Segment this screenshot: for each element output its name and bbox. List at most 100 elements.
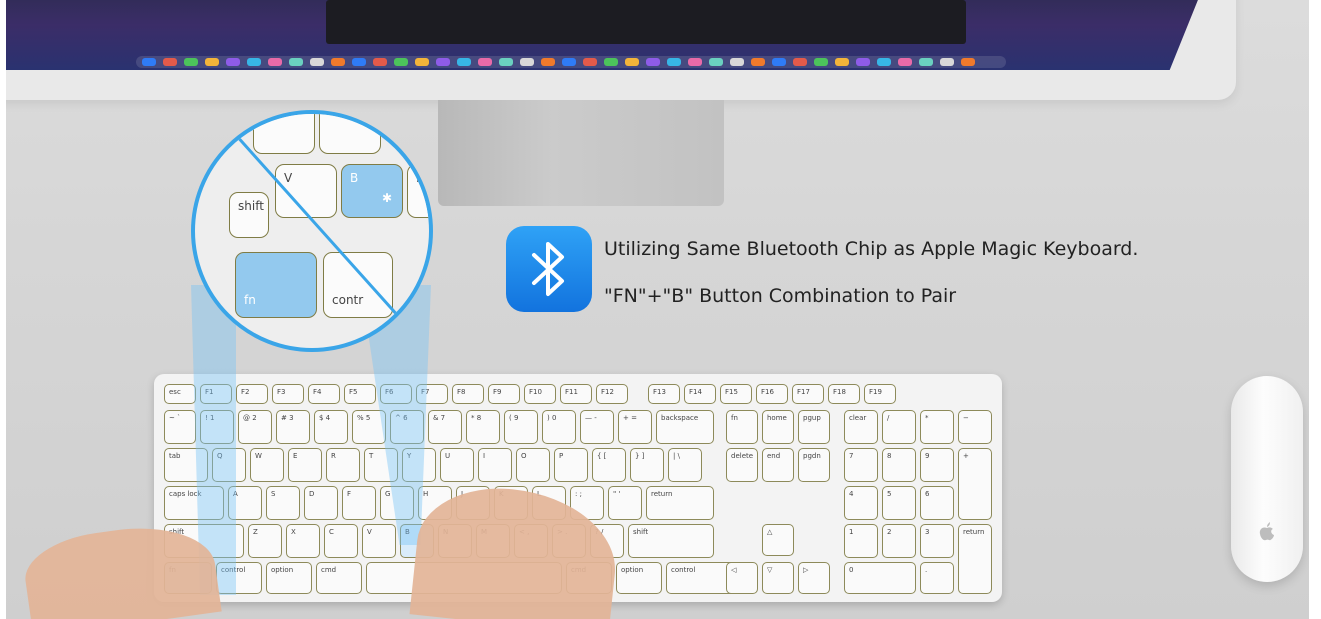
key-nav: delete bbox=[726, 448, 758, 482]
key-fn-row: F18 bbox=[828, 384, 860, 404]
key: — - bbox=[580, 410, 614, 444]
dock-app-icon bbox=[310, 58, 324, 66]
product-scene: Utilizing Same Bluetooth Chip as Apple M… bbox=[6, 0, 1309, 619]
dock-app-icon bbox=[604, 58, 618, 66]
dock-app-icon bbox=[373, 58, 387, 66]
key-numpad: − bbox=[958, 410, 992, 444]
key-fn-row: F19 bbox=[864, 384, 896, 404]
key-numpad: . bbox=[920, 562, 954, 594]
key: U bbox=[440, 448, 474, 482]
key-fn-row: F8 bbox=[452, 384, 484, 404]
bluetooth-icon bbox=[506, 226, 592, 312]
apple-logo-icon bbox=[1259, 522, 1274, 541]
key: P bbox=[554, 448, 588, 482]
key: backspace bbox=[656, 410, 714, 444]
dock-app-icon bbox=[625, 58, 639, 66]
dock-app-icon bbox=[331, 58, 345, 66]
key-numpad: 7 bbox=[844, 448, 878, 482]
key: C bbox=[324, 524, 358, 558]
key-fn-row: F3 bbox=[272, 384, 304, 404]
key: R bbox=[326, 448, 360, 482]
key: S bbox=[266, 486, 300, 520]
key: D bbox=[304, 486, 338, 520]
key: ( 9 bbox=[504, 410, 538, 444]
key-numpad: 5 bbox=[882, 486, 916, 520]
key: Z bbox=[248, 524, 282, 558]
dock-app-icon bbox=[415, 58, 429, 66]
key-numpad: 2 bbox=[882, 524, 916, 558]
dock-app-icon bbox=[142, 58, 156, 66]
key-arrow-up: △ bbox=[762, 524, 794, 556]
key: | \ bbox=[668, 448, 702, 482]
dock-app-icon bbox=[667, 58, 681, 66]
key: $ 4 bbox=[314, 410, 348, 444]
dock-app-icon bbox=[709, 58, 723, 66]
dock-app-icon bbox=[856, 58, 870, 66]
dock-app-icon bbox=[772, 58, 786, 66]
key-numpad: / bbox=[882, 410, 916, 444]
key: I bbox=[478, 448, 512, 482]
dock-app-icon bbox=[961, 58, 975, 66]
key: ) 0 bbox=[542, 410, 576, 444]
dock-app-icon bbox=[184, 58, 198, 66]
key-fn-row: F5 bbox=[344, 384, 376, 404]
dock-app-icon bbox=[835, 58, 849, 66]
key: return bbox=[646, 486, 714, 520]
key-numpad: 0 bbox=[844, 562, 916, 594]
key-nav: fn bbox=[726, 410, 758, 444]
key-bottom: option bbox=[266, 562, 312, 594]
key-nav: end bbox=[762, 448, 794, 482]
dock-app-icon bbox=[562, 58, 576, 66]
key-numpad: 9 bbox=[920, 448, 954, 482]
dock-app-icon bbox=[541, 58, 555, 66]
key: O bbox=[516, 448, 550, 482]
key-numpad: 4 bbox=[844, 486, 878, 520]
key-fn-row: F15 bbox=[720, 384, 752, 404]
key-fn-row: F17 bbox=[792, 384, 824, 404]
key-numpad: + bbox=[958, 448, 992, 520]
dock-app-icon bbox=[730, 58, 744, 66]
monitor-screen bbox=[6, 0, 1206, 70]
key-numpad: clear bbox=[844, 410, 878, 444]
headline-line-2: "FN"+"B" Button Combination to Pair bbox=[604, 285, 957, 307]
magic-mouse bbox=[1231, 376, 1303, 582]
key-bottom: option bbox=[616, 562, 662, 594]
headline-line-1: Utilizing Same Bluetooth Chip as Apple M… bbox=[604, 238, 1139, 260]
key-fn-row: F4 bbox=[308, 384, 340, 404]
dock-app-icon bbox=[751, 58, 765, 66]
key-fn-row: esc bbox=[164, 384, 196, 404]
key-numpad: return bbox=[958, 524, 992, 594]
key: * 8 bbox=[466, 410, 500, 444]
dock-app-icon bbox=[646, 58, 660, 66]
dock-app-icon bbox=[688, 58, 702, 66]
dock-app-icon bbox=[352, 58, 366, 66]
key-fn-row: F14 bbox=[684, 384, 716, 404]
dock-app-icon bbox=[898, 58, 912, 66]
key-numpad: 1 bbox=[844, 524, 878, 558]
dock-app-icon bbox=[940, 58, 954, 66]
dock-app-icon bbox=[394, 58, 408, 66]
key-numpad: * bbox=[920, 410, 954, 444]
dock-app-icon bbox=[436, 58, 450, 66]
dock-app-icon bbox=[919, 58, 933, 66]
dock-app-icon bbox=[289, 58, 303, 66]
dock-app-icon bbox=[457, 58, 471, 66]
dock-app-icon bbox=[499, 58, 513, 66]
key: { [ bbox=[592, 448, 626, 482]
key-nav: pgup bbox=[798, 410, 830, 444]
zoom-divider-line bbox=[233, 132, 427, 348]
dock-app-icon bbox=[205, 58, 219, 66]
key-arrow-left: ◁ bbox=[726, 562, 758, 594]
dock-app-icon bbox=[814, 58, 828, 66]
key: @ 2 bbox=[238, 410, 272, 444]
zoom-magnifier: G V B ✱ N shift fn contr bbox=[191, 110, 433, 352]
key-numpad: 3 bbox=[920, 524, 954, 558]
key-bottom: cmd bbox=[316, 562, 362, 594]
key-fn-row: F9 bbox=[488, 384, 520, 404]
key-fn-row: F13 bbox=[648, 384, 680, 404]
app-window bbox=[326, 0, 966, 44]
dock bbox=[136, 56, 1006, 68]
key: # 3 bbox=[276, 410, 310, 444]
dock-app-icon bbox=[520, 58, 534, 66]
key: " ' bbox=[608, 486, 642, 520]
